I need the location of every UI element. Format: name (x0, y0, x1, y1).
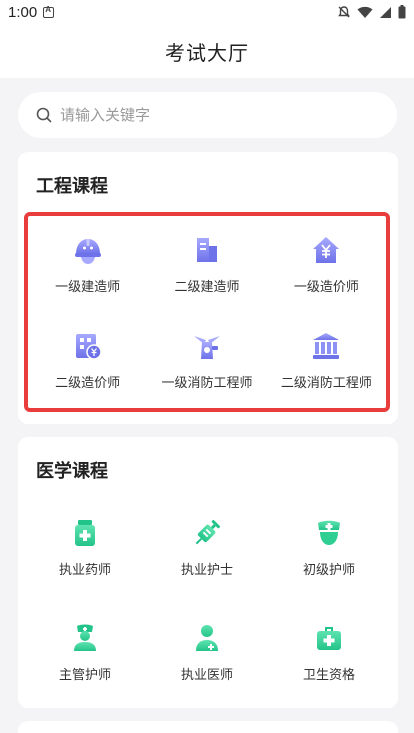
course-label: 二级建造师 (174, 279, 240, 295)
bank-icon (313, 332, 340, 359)
signal-icon (380, 6, 391, 18)
search-icon (36, 107, 52, 123)
nurse-icon (74, 624, 96, 651)
course-item-second-class-constructor[interactable]: 二级建造师 (147, 216, 266, 312)
course-label: 一级造价师 (293, 279, 359, 295)
course-label: 一级消防工程师 (161, 375, 253, 391)
medical-grid: 执业药师 执业护士 初级护师 主管护师 执业医师 卫生资格 (24, 495, 390, 705)
course-item-second-class-fire-engineer[interactable]: 二级消防工程师 (267, 312, 386, 408)
status-bar: 1:00 (0, 0, 414, 24)
course-item-licensed-pharmacist[interactable]: 执业药师 (24, 495, 146, 600)
course-item-senior-nurse[interactable]: 主管护师 (24, 600, 146, 705)
course-label: 二级造价师 (55, 375, 121, 391)
course-item-junior-nurse[interactable]: 初级护师 (268, 495, 390, 600)
course-item-licensed-nurse[interactable]: 执业护士 (146, 495, 268, 600)
course-item-health-qualification[interactable]: 卫生资格 (268, 600, 390, 705)
course-item-licensed-physician[interactable]: 执业医师 (146, 600, 268, 705)
search-input[interactable] (60, 106, 360, 124)
course-item-first-class-constructor[interactable]: 一级建造师 (28, 216, 147, 312)
page-title: 考试大厅 (165, 40, 249, 65)
search-box[interactable] (18, 92, 397, 138)
next-section-card (18, 721, 398, 733)
wifi-icon (357, 6, 373, 18)
status-time: 1:00 (8, 3, 38, 21)
course-item-first-class-cost-engineer[interactable]: 一级造价师 (267, 216, 386, 312)
title-bar: 考试大厅 (0, 24, 414, 78)
building-yen-icon (75, 333, 102, 360)
medical-section: 医学课程 执业药师 执业护士 初级护师 主管护师 执业医师 卫生资格 (18, 437, 398, 708)
section-title: 医学课程 (36, 461, 108, 482)
course-label: 执业药师 (58, 563, 111, 578)
course-item-second-class-cost-engineer[interactable]: 二级造价师 (28, 312, 147, 408)
notification-icon (43, 5, 55, 18)
house-yen-icon (313, 236, 340, 263)
section-title: 工程课程 (36, 176, 108, 197)
doctor-icon (196, 625, 218, 651)
course-label: 二级消防工程师 (280, 375, 372, 391)
battery-icon (398, 5, 406, 19)
syringe-icon (195, 519, 221, 545)
course-label: 卫生资格 (302, 668, 355, 683)
status-icons (337, 5, 406, 19)
course-label: 一级建造师 (55, 279, 121, 295)
engineering-grid: 一级建造师 二级建造师 一级造价师 二级造价师 一级消防工程师 二级消防工程师 (24, 212, 390, 412)
nurse-cap-icon (318, 520, 340, 545)
helmet-icon (74, 238, 101, 264)
course-item-first-class-fire-engineer[interactable]: 一级消防工程师 (147, 312, 266, 408)
course-label: 执业医师 (180, 668, 233, 683)
mute-icon (338, 6, 350, 18)
course-label: 初级护师 (302, 563, 355, 578)
course-label: 主管护师 (58, 668, 111, 683)
engineering-section: 工程课程 一级建造师 二级建造师 一级造价师 二级造价师 一级消防工程师 二级消… (18, 152, 398, 424)
medical-kit-icon (317, 627, 341, 650)
fire-hydrant-icon (193, 335, 220, 359)
course-label: 执业护士 (180, 563, 233, 578)
document-icon (196, 237, 217, 262)
medicine-bottle-icon (75, 520, 95, 546)
